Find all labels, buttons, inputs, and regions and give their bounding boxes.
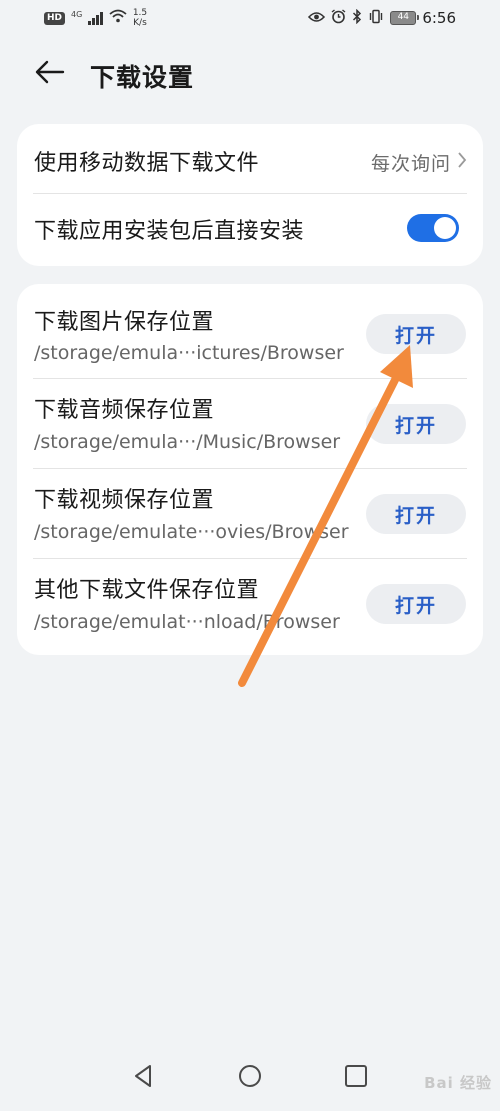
battery-icon: 44 — [390, 11, 420, 25]
mobile-data-setting-row[interactable]: 使用移动数据下载文件 每次询问 — [17, 124, 483, 194]
location-label: 下载音频保存位置 — [34, 398, 215, 423]
square-recents-icon — [340, 1065, 372, 1096]
bluetooth-icon — [352, 8, 362, 28]
location-row-video: 下载视频保存位置 /storage/emulate···ovies/Browse… — [17, 469, 483, 559]
page-header: 下载设置 — [0, 50, 500, 98]
nav-recents-button[interactable] — [340, 1060, 372, 1092]
mobile-data-label: 使用移动数据下载文件 — [34, 151, 260, 176]
status-bar-left: HD 4G 1.5 K/s — [44, 8, 147, 28]
status-bar: HD 4G 1.5 K/s 44 6:56 — [0, 0, 500, 36]
clock: 6:56 — [422, 9, 456, 27]
toggle-knob — [434, 217, 456, 239]
wifi-icon — [109, 9, 127, 27]
location-label: 下载视频保存位置 — [34, 488, 215, 513]
nav-home-button[interactable] — [234, 1060, 266, 1092]
location-row-audio: 下载音频保存位置 /storage/emula···/Music/Browser… — [17, 379, 483, 469]
mobile-data-value: 每次询问 — [370, 153, 451, 175]
open-other-folder-button[interactable]: 打开 — [366, 584, 466, 624]
general-settings-card: 使用移动数据下载文件 每次询问 下载应用安装包后直接安装 — [17, 124, 483, 266]
status-bar-right: 44 6:56 — [308, 8, 456, 28]
network-type: 4G — [71, 9, 83, 19]
auto-install-setting-row: 下载应用安装包后直接安装 — [17, 194, 483, 266]
signal-icon — [88, 11, 103, 25]
location-path: /storage/emulat···nload/Browser — [34, 611, 340, 633]
location-label: 其他下载文件保存位置 — [34, 578, 260, 603]
back-arrow-icon — [35, 60, 65, 88]
open-images-folder-button[interactable]: 打开 — [366, 314, 466, 354]
vibrate-icon — [368, 9, 384, 28]
open-audio-folder-button[interactable]: 打开 — [366, 404, 466, 444]
nav-back-button[interactable] — [128, 1060, 160, 1092]
circle-home-icon — [234, 1065, 266, 1096]
location-path: /storage/emula···/Music/Browser — [34, 431, 341, 453]
location-path: /storage/emula···ictures/Browser — [34, 342, 344, 364]
eye-icon — [308, 9, 326, 27]
location-label: 下载图片保存位置 — [34, 310, 215, 335]
hd-badge: HD — [44, 11, 66, 25]
network-speed-unit: K/s — [133, 18, 147, 28]
alarm-icon — [331, 8, 346, 28]
save-locations-card: 下载图片保存位置 /storage/emula···ictures/Browse… — [17, 284, 483, 655]
location-path: /storage/emulate···ovies/Browser — [34, 521, 349, 543]
chevron-right-icon — [457, 151, 467, 173]
back-button[interactable] — [32, 56, 68, 92]
page-title: 下载设置 — [90, 63, 195, 92]
location-row-other: 其他下载文件保存位置 /storage/emulat···nload/Brows… — [17, 559, 483, 655]
triangle-back-icon — [128, 1065, 160, 1096]
network-speed-value: 1.5 — [132, 8, 148, 18]
network-speed: 1.5 K/s — [133, 8, 147, 28]
battery-level: 44 — [397, 12, 410, 22]
auto-install-label: 下载应用安装包后直接安装 — [34, 219, 305, 244]
location-row-images: 下载图片保存位置 /storage/emula···ictures/Browse… — [17, 284, 483, 379]
open-video-folder-button[interactable]: 打开 — [366, 494, 466, 534]
watermark: Bai 经验 — [424, 1074, 492, 1092]
auto-install-toggle[interactable] — [407, 214, 459, 242]
